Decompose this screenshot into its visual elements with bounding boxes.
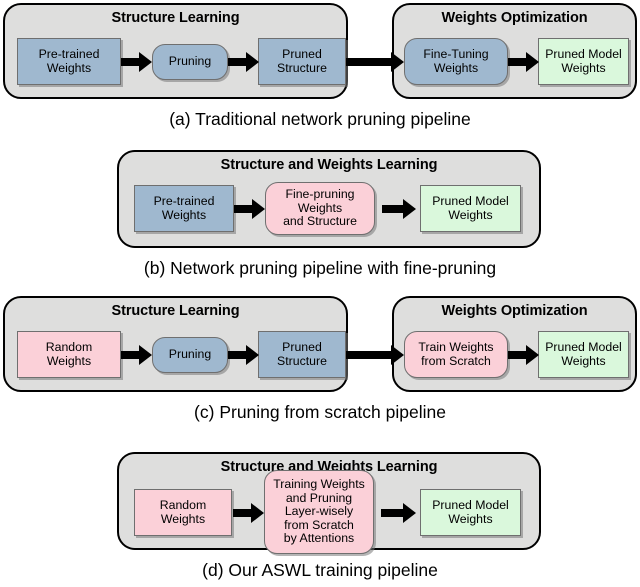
panel-b-node-fine-pruning-weights-and-structure-label: Fine-pruning Weights and Structure — [283, 187, 357, 229]
panel-c-node-train-weights-from-scratch: Train Weights from Scratch — [404, 331, 508, 378]
panel-b-caption: (b) Network pruning pipeline with fine-p… — [143, 258, 497, 278]
panel-d-arrow-2 — [381, 502, 416, 524]
panel-d-node-pruned-model-weights: Pruned Model Weights — [420, 489, 521, 536]
panel-c-container-title-structure-learning: Structure Learning — [111, 303, 240, 319]
panel-c-caption: (c) Pruning from scratch pipeline — [194, 402, 446, 422]
panel-c-arrow-between-containers — [346, 344, 404, 366]
panel-a-node-pruned-model-weights: Pruned Model Weights — [538, 38, 629, 85]
panel-c-arrow-3 — [508, 344, 539, 366]
panel-d-arrow-1 — [233, 502, 264, 524]
panel-c-node-pruned-model-weights-label: Pruned Model Weights — [545, 339, 622, 368]
panel-c-arrow-2 — [228, 344, 259, 366]
panel-a-node-pre-trained-weights: Pre-trained Weights — [17, 38, 121, 85]
panel-a-arrow-between-containers — [346, 51, 404, 73]
panel-a-container-title-weights-optimization: Weights Optimization — [441, 10, 588, 26]
panel-c-node-pruning: Pruning — [152, 337, 228, 373]
panel-a-node-pruning: Pruning — [152, 44, 228, 80]
panel-a-node-fine-tuning-weights: Fine-Tuning Weights — [404, 38, 508, 85]
panel-a-node-pre-trained-weights-label: Pre-trained Weights — [38, 46, 100, 75]
panel-a-node-pruning-label: Pruning — [168, 54, 212, 69]
panel-b-container-title: Structure and Weights Learning — [220, 157, 438, 173]
panel-a-arrow-2 — [228, 51, 259, 73]
pruning-pipelines-figure: Structure Learning Pre-trained Weights Pr… — [0, 0, 640, 587]
panel-b-arrow-2 — [382, 198, 416, 220]
panel-b-node-fine-pruning-weights-and-structure: Fine-pruning Weights and Structure — [265, 182, 375, 235]
panel-c-arrow-1 — [121, 344, 152, 366]
panel-a-arrow-3 — [508, 51, 539, 73]
panel-b-node-pre-trained-weights: Pre-trained Weights — [134, 185, 234, 232]
panel-a-node-fine-tuning-weights-label: Fine-Tuning Weights — [423, 46, 489, 75]
panel-a-container-title-structure-learning: Structure Learning — [111, 10, 240, 26]
panel-a-node-pruned-structure: Pruned Structure — [258, 38, 346, 85]
panel-c-node-random-weights: Random Weights — [17, 331, 121, 378]
panel-a-node-pruned-structure-label: Pruned Structure — [277, 46, 327, 75]
panel-c-node-pruning-label: Pruning — [168, 347, 212, 362]
panel-d-caption: (d) Our ASWL training pipeline — [202, 560, 438, 580]
panel-c-node-pruned-model-weights: Pruned Model Weights — [538, 331, 629, 378]
panel-b-arrow-1 — [234, 198, 265, 220]
panel-a-arrow-1 — [121, 51, 152, 73]
panel-c-node-pruned-structure: Pruned Structure — [258, 331, 346, 378]
panel-a-node-pruned-model-weights-label: Pruned Model Weights — [545, 46, 622, 75]
panel-d-node-training-weights-pruning-layer-wisely-label: Training Weights and Pruning Layer-wisely f… — [273, 477, 365, 546]
panel-b-node-pruned-model-weights: Pruned Model Weights — [420, 185, 521, 232]
panel-c-node-pruned-structure-label: Pruned Structure — [277, 339, 327, 368]
panel-a-caption: (a) Traditional network pruning pipeline — [169, 109, 471, 129]
panel-d-node-pruned-model-weights-label: Pruned Model Weights — [432, 497, 509, 526]
panel-b-node-pruned-model-weights-label: Pruned Model Weights — [432, 193, 509, 222]
panel-c-node-train-weights-from-scratch-label: Train Weights from Scratch — [418, 339, 494, 368]
panel-d-node-random-weights: Random Weights — [134, 489, 232, 536]
panel-b-node-pre-trained-weights-label: Pre-trained Weights — [153, 193, 215, 222]
panel-c-node-random-weights-label: Random Weights — [45, 339, 93, 368]
panel-d-node-random-weights-label: Random Weights — [159, 497, 207, 526]
panel-d-node-training-weights-pruning-layer-wisely: Training Weights and Pruning Layer-wisely f… — [264, 470, 374, 554]
panel-c-container-title-weights-optimization: Weights Optimization — [441, 303, 588, 319]
